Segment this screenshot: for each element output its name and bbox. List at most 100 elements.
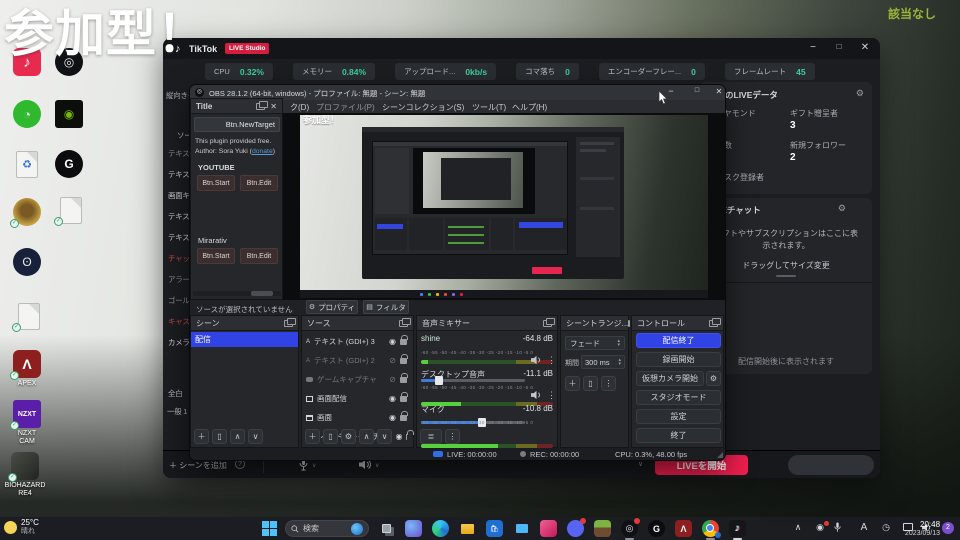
nvidia-tray-icon[interactable]: ◉ — [812, 521, 829, 533]
title-dock-header[interactable]: Title ✕ — [191, 99, 282, 114]
clock[interactable]: 20:48 2023/09/13 — [905, 520, 940, 538]
help-icon[interactable]: ? — [235, 459, 245, 469]
menu-profile[interactable]: プロファイル(P) — [316, 102, 375, 113]
hscrollbar-thumb[interactable] — [251, 291, 273, 296]
kebab-menu-icon[interactable]: ⋮ — [547, 355, 556, 366]
desktop-icon-biohazard[interactable]: ✓ BIOHAZARD RE4 — [5, 452, 45, 497]
desktop-icon-document2[interactable]: ✓ — [54, 196, 88, 226]
maximize-button[interactable]: □ — [688, 87, 706, 94]
mic-tray-icon[interactable] — [834, 522, 850, 533]
start-button[interactable] — [262, 521, 277, 536]
desktop-icon-steam[interactable]: ʘ — [10, 248, 44, 276]
exit-button[interactable]: 終了 — [636, 428, 721, 443]
source-down-icon[interactable]: ∨ — [377, 429, 392, 444]
photos-icon[interactable] — [540, 520, 557, 537]
mirarativ-edit-button[interactable]: Btn.Edit — [240, 248, 278, 264]
eye-icon[interactable]: ◉ — [389, 394, 396, 403]
properties-button[interactable]: ⚙ プロパティ — [306, 300, 358, 314]
desktop-icon-game-gold[interactable]: ✓ — [10, 198, 44, 228]
desktop-icon-nvidia[interactable]: ◉ — [52, 100, 86, 128]
youtube-edit-button[interactable]: Btn.Edit — [240, 175, 278, 191]
scene-group-label[interactable]: 一般 1 — [167, 406, 187, 417]
discord-icon[interactable] — [567, 518, 586, 537]
eye-slash-icon[interactable]: ⊘ — [389, 375, 396, 384]
popout-icon[interactable] — [284, 317, 296, 327]
popout-icon[interactable] — [628, 317, 641, 327]
kebab-menu-icon[interactable]: ⋮ — [547, 390, 556, 401]
popout-icon[interactable] — [399, 317, 411, 327]
eye-icon[interactable]: ◉ — [389, 337, 396, 346]
eye-icon[interactable]: ◉ — [389, 413, 396, 422]
apex-taskbar-icon[interactable]: Λ — [675, 520, 692, 537]
obs-preview[interactable]: 参加型！ — [283, 113, 725, 300]
mail-icon[interactable] — [513, 520, 530, 537]
lock-icon[interactable] — [400, 372, 408, 383]
speaker-icon[interactable] — [531, 390, 542, 400]
obs-source-row[interactable]: A テキスト (GDI+) 2 ⊘ — [302, 351, 413, 370]
add-source-icon[interactable]: ＋ — [305, 429, 320, 444]
popout-icon[interactable] — [256, 100, 269, 110]
start-recording-button[interactable]: 録画開始 — [636, 352, 721, 367]
desktop-icon-gauge[interactable]: ◔ — [10, 100, 44, 128]
desktop-icon-apex[interactable]: Λ ✓ APEX — [10, 350, 44, 388]
desktop-icon-recycle-bin[interactable]: ♻ — [10, 150, 44, 178]
stop-streaming-button[interactable]: 配信終了 — [636, 333, 721, 348]
logitech-ghub-taskbar-icon[interactable]: G — [648, 520, 665, 537]
chrome-icon[interactable] — [702, 520, 721, 540]
lock-icon[interactable] — [400, 410, 408, 421]
scene-up-icon[interactable]: ∧ — [230, 429, 245, 444]
chevron-down-icon[interactable]: ∨ — [312, 462, 316, 469]
mixer-dock-header[interactable]: 音声ミキサー — [417, 316, 557, 331]
source-properties-icon[interactable]: ⚙ — [341, 429, 356, 444]
menu-dock[interactable]: ク(D) — [290, 102, 309, 113]
search-input[interactable]: 検索 — [285, 520, 369, 537]
eye-slash-icon[interactable]: ⊘ — [389, 356, 396, 365]
desktop-icon-logitech-ghub[interactable]: G — [52, 150, 86, 178]
duration-spinner[interactable]: 300 ms ▴ ▾ — [581, 355, 625, 369]
chat-resize-hint[interactable]: ドラッグしてサイズ変更 — [700, 260, 872, 271]
lock-icon[interactable] — [406, 429, 411, 440]
tiktok-taskbar-icon[interactable]: ♪ — [729, 520, 746, 540]
menu-help[interactable]: ヘルプ(H) — [512, 102, 547, 113]
advanced-audio-icon[interactable]: ≣ — [420, 429, 442, 444]
popout-icon[interactable] — [709, 317, 721, 327]
edge-icon[interactable] — [432, 520, 449, 537]
transition-props-icon[interactable]: ⋮ — [601, 376, 616, 391]
desktop-icon-document[interactable]: ✓ — [12, 302, 46, 332]
sources-dock-header[interactable]: ソース — [302, 316, 413, 331]
resize-handle[interactable] — [776, 275, 796, 277]
chevron-down-icon[interactable]: ∨ — [375, 462, 379, 469]
settings-button[interactable]: 設定 — [636, 409, 721, 424]
maximize-button[interactable]: □ — [829, 42, 849, 51]
source-item[interactable]: カメラ — [168, 337, 190, 348]
close-icon[interactable]: ✕ — [270, 102, 277, 111]
lock-icon[interactable] — [400, 391, 408, 402]
start-virtual-camera-button[interactable]: 仮想カメラ開始 — [636, 371, 704, 386]
obs-source-row[interactable]: 画面 ◉ — [302, 408, 413, 427]
obs-source-row[interactable]: ゲームキャプチャ ⊘ — [302, 370, 413, 389]
obs-source-row[interactable]: A テキスト (GDI+) 3 ◉ — [302, 332, 413, 351]
desktop-icon-nzxt-cam[interactable]: NZXT ✓ NZXT CAM — [10, 400, 44, 445]
virtual-camera-settings-icon[interactable]: ⚙ — [706, 371, 721, 386]
scene-item-selected[interactable]: 配信 — [191, 332, 298, 347]
hidden-icons-chevron[interactable]: ∧ — [790, 522, 806, 533]
transition-select[interactable]: フェード ▴ ▾ — [565, 336, 625, 350]
kebab-menu-icon[interactable]: ⋮ — [445, 429, 460, 444]
comment-input-disabled[interactable] — [788, 455, 874, 475]
weather-widget[interactable]: 25°C 晴れ — [4, 518, 39, 535]
remove-scene-icon[interactable]: ▯ — [212, 429, 227, 444]
file-explorer-icon[interactable] — [459, 520, 476, 537]
speaker-icon[interactable] — [531, 355, 542, 365]
ime-indicator[interactable]: A — [856, 522, 872, 533]
minimize-button[interactable]: − — [803, 42, 823, 53]
minecraft-icon[interactable] — [594, 520, 611, 537]
source-up-icon[interactable]: ∧ — [359, 429, 374, 444]
filters-button[interactable]: ▤ フィルタ — [363, 300, 409, 314]
chevron-down-icon[interactable]: ∨ — [638, 460, 643, 468]
scene-group-label[interactable]: 全白 — [168, 388, 183, 399]
notification-count-badge[interactable]: 2 — [942, 522, 954, 534]
scene-down-icon[interactable]: ∨ — [248, 429, 263, 444]
studio-mode-button[interactable]: スタジオモード — [636, 390, 721, 405]
scenes-dock-header[interactable]: シーン — [191, 316, 298, 331]
donate-link[interactable]: donate — [252, 148, 273, 155]
